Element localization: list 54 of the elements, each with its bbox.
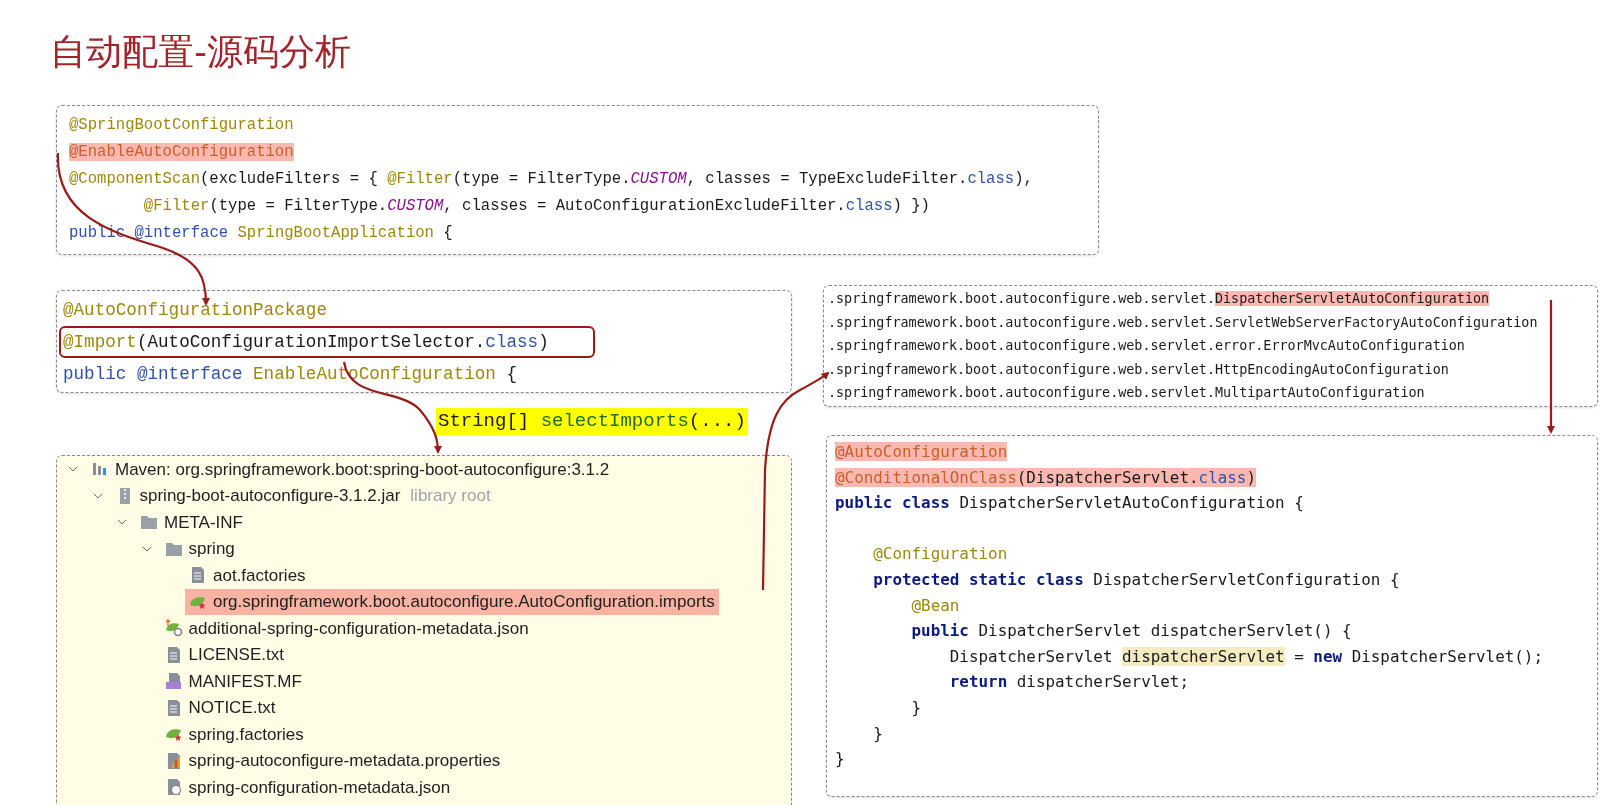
tree-label: spring-autoconfigure-metadata.properties bbox=[188, 750, 501, 772]
tree-label: Maven: org.springframework.boot:spring-boot-autoconfigure:3.1.2 bbox=[115, 458, 610, 481]
tree-label: aot.factories bbox=[213, 564, 306, 587]
tree-row[interactable]: META-INF bbox=[136, 509, 247, 536]
leaf-gear-icon bbox=[164, 619, 183, 638]
code-line: @ComponentScan(excludeFilters = { @Filter(type = FilterType.CUSTOM, classes = TypeExcludeFilter.class), bbox=[69, 169, 1033, 190]
tree-label: spring-configuration-metadata.json bbox=[188, 776, 451, 799]
tree-row[interactable]: additional-spring-configuration-metadata.json bbox=[160, 615, 533, 642]
tree-row[interactable]: spring.factories bbox=[160, 721, 308, 748]
code-line: @SpringBootConfiguration bbox=[69, 115, 294, 136]
tree-row[interactable]: spring-boot-autoconfigure-3.1.2.jar library root bbox=[111, 482, 495, 509]
tree-row[interactable]: LICENSE.txt bbox=[160, 641, 288, 668]
code-line: public class DispatcherServletAutoConfiguration { bbox=[835, 492, 1304, 515]
slide-title: 自动配置-源码分析 bbox=[50, 30, 351, 74]
code-line: .springframework.boot.autoconfigure.web.servlet.HttpEncodingAutoConfiguration bbox=[828, 360, 1449, 379]
code-line: .springframework.boot.autoconfigure.web.servlet.ServletWebServerFactoryAutoConfiguration bbox=[828, 313, 1538, 332]
code-line: } bbox=[872, 722, 883, 745]
tree-label: NOTICE.txt bbox=[188, 697, 276, 719]
tree-row[interactable]: spring-configuration-metadata.json bbox=[160, 774, 455, 801]
tree-row[interactable]: aot.factories bbox=[185, 562, 310, 589]
code-line: public @interface SpringBootApplication { bbox=[69, 223, 453, 244]
tree-row[interactable]: Maven: org.springframework.boot:spring-boot-autoconfigure:3.1.2 bbox=[87, 456, 614, 483]
tree-label: spring.factories bbox=[188, 723, 304, 746]
code-line: .springframework.boot.autoconfigure.web.servlet.DispatcherServletAutoConfiguration bbox=[828, 290, 1490, 308]
code-line: } bbox=[835, 748, 845, 771]
manifest-file-icon bbox=[164, 672, 183, 691]
code-line: } bbox=[910, 696, 922, 719]
tree-row[interactable]: spring bbox=[160, 535, 239, 562]
tree-row[interactable]: spring-autoconfigure-metadata.properties bbox=[160, 747, 505, 774]
tree-row[interactable]: NOTICE.txt bbox=[160, 694, 280, 721]
code-line: .springframework.boot.autoconfigure.web.servlet.MultipartAutoConfiguration bbox=[828, 384, 1425, 402]
tree-label: spring-boot-autoconfigure-3.1.2.jar bbox=[139, 485, 401, 507]
code-line: public DispatcherServlet dispatcherServlet() { bbox=[910, 620, 1352, 643]
code-line: @ConditionalOnClass(DispatcherServlet.class) bbox=[835, 466, 1256, 489]
code-line: @Configuration bbox=[872, 543, 1008, 566]
tree-label: org.springframework.boot.autoconfigure.AutoConfiguration.imports bbox=[213, 591, 715, 613]
tree-label: META-INF bbox=[164, 511, 243, 534]
tree-label: additional-spring-configuration-metadata.json bbox=[188, 617, 529, 640]
code-line: return dispatcherServlet; bbox=[948, 671, 1189, 694]
method-signature: String[] selectImports(...) bbox=[436, 408, 748, 435]
tree-label: LICENSE.txt bbox=[188, 644, 284, 666]
code-line: protected static class DispatcherServletConfiguration { bbox=[872, 568, 1400, 591]
code-line: @AutoConfigurationPackage bbox=[62, 299, 328, 322]
folder-icon bbox=[140, 513, 158, 532]
tree-row[interactable]: org.springframework.boot.autoconfigure.AutoConfiguration.imports bbox=[185, 588, 719, 615]
tree-row[interactable]: MANIFEST.MF bbox=[160, 668, 306, 695]
code-line: .springframework.boot.autoconfigure.web.servlet.error.ErrorMvcAutoConfiguration bbox=[828, 337, 1465, 355]
tree-label: spring bbox=[188, 538, 235, 560]
code-line: @Bean bbox=[910, 594, 960, 617]
code-line: DispatcherServlet dispatcherServlet = new DispatcherServlet(); bbox=[948, 645, 1543, 668]
tree-label: MANIFEST.MF bbox=[188, 670, 302, 693]
file-icon bbox=[189, 566, 207, 585]
code-line: @Filter(type = FilterType.CUSTOM, classes = AutoConfigurationExcludeFilter.class) }) bbox=[142, 196, 930, 217]
tree-note: library root bbox=[410, 485, 491, 507]
